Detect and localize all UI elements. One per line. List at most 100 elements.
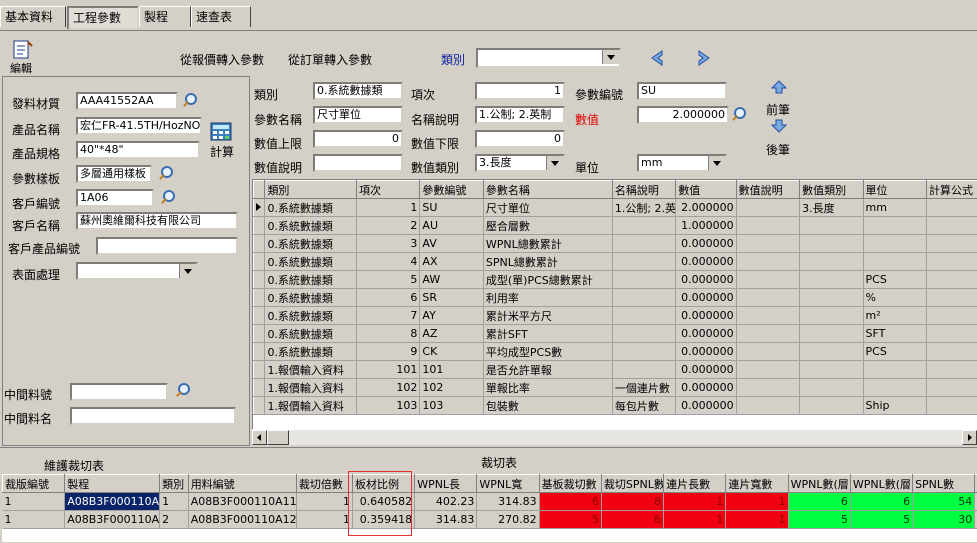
table-cell[interactable]: 0.系統數據類 bbox=[265, 253, 357, 271]
table-cell[interactable]: 0.000000 bbox=[676, 289, 736, 307]
table-row[interactable]: 0.系統數據類9CK平均成型PCS數0.000000PCS bbox=[254, 343, 977, 361]
param-code-input[interactable]: SU bbox=[637, 82, 727, 100]
param-grid-header[interactable]: 名稱說明 bbox=[612, 181, 675, 199]
table-cell[interactable]: mm bbox=[863, 199, 926, 217]
param-grid-header[interactable]: 單位 bbox=[863, 181, 926, 199]
table-cell[interactable] bbox=[800, 325, 863, 343]
customer-code-input[interactable]: 1A06 bbox=[76, 189, 154, 207]
table-cell[interactable] bbox=[927, 325, 977, 343]
product-name-input[interactable]: 宏仁FR-41.5TH/HozNOR bbox=[76, 117, 202, 135]
table-cell[interactable] bbox=[800, 307, 863, 325]
table-cell[interactable] bbox=[927, 397, 977, 415]
table-cell[interactable]: 每包片數 bbox=[612, 397, 675, 415]
row-selector[interactable] bbox=[254, 379, 265, 397]
table-cell[interactable] bbox=[800, 343, 863, 361]
table-cell[interactable]: AX bbox=[420, 253, 483, 271]
table-cell[interactable] bbox=[736, 361, 799, 379]
cut-grid-header[interactable]: 板材比例 bbox=[352, 475, 414, 493]
table-cell[interactable]: 102 bbox=[356, 379, 419, 397]
table-cell[interactable] bbox=[800, 379, 863, 397]
table-cell[interactable]: 6 bbox=[539, 493, 601, 511]
table-cell[interactable]: A08B3F000110A11 bbox=[188, 493, 296, 511]
table-cell[interactable] bbox=[736, 199, 799, 217]
table-cell[interactable]: 1 bbox=[296, 511, 352, 529]
table-cell[interactable]: 1.報價輸入資料 bbox=[265, 397, 357, 415]
table-cell[interactable]: 1 bbox=[3, 511, 65, 529]
table-cell[interactable]: 3 bbox=[356, 235, 419, 253]
cut-grid-header[interactable]: 基板裁切數 bbox=[539, 475, 601, 493]
table-cell[interactable]: 壓合層數 bbox=[483, 217, 612, 235]
table-row[interactable]: 0.系統數據類7AY累計米平方尺0.000000m² bbox=[254, 307, 977, 325]
chevron-down-icon[interactable] bbox=[546, 156, 563, 170]
table-cell[interactable]: 2.000000 bbox=[676, 199, 736, 217]
material-input[interactable]: AAA41552AA bbox=[76, 92, 178, 110]
table-cell[interactable]: 103 bbox=[420, 397, 483, 415]
table-cell[interactable]: 1 bbox=[356, 199, 419, 217]
table-cell[interactable]: 6 bbox=[601, 511, 663, 529]
table-cell[interactable] bbox=[800, 217, 863, 235]
cut-grid-header[interactable]: 連片長數 bbox=[664, 475, 726, 493]
chevron-down-icon[interactable] bbox=[179, 264, 196, 278]
edit-button[interactable]: 編輯 bbox=[10, 40, 38, 74]
table-cell[interactable] bbox=[863, 379, 926, 397]
table-cell[interactable]: % bbox=[863, 289, 926, 307]
table-cell[interactable]: 101 bbox=[420, 361, 483, 379]
table-cell[interactable]: 0.系統數據類 bbox=[265, 325, 357, 343]
table-cell[interactable]: SU bbox=[420, 199, 483, 217]
table-cell[interactable]: PCS bbox=[863, 271, 926, 289]
category-filter-combo[interactable] bbox=[476, 48, 621, 68]
table-cell[interactable] bbox=[927, 217, 977, 235]
table-cell[interactable] bbox=[612, 361, 675, 379]
table-cell[interactable]: 2 bbox=[356, 217, 419, 235]
table-cell[interactable]: SPNL總數累計 bbox=[483, 253, 612, 271]
from-quote-button[interactable]: 從報價轉入參數 bbox=[180, 51, 264, 68]
tab-basic-data[interactable]: 基本資料 bbox=[0, 6, 66, 27]
table-cell[interactable] bbox=[800, 361, 863, 379]
surface-combo[interactable] bbox=[76, 262, 198, 280]
table-cell[interactable]: 103 bbox=[356, 397, 419, 415]
customer-product-input[interactable] bbox=[96, 237, 238, 255]
table-cell[interactable]: 402.23 bbox=[415, 493, 477, 511]
table-cell[interactable]: 1.公制; 2.英 bbox=[612, 199, 675, 217]
table-cell[interactable]: 102 bbox=[420, 379, 483, 397]
table-cell[interactable]: 0.000000 bbox=[676, 379, 736, 397]
table-cell[interactable]: 0.000000 bbox=[676, 325, 736, 343]
param-grid-header[interactable]: 數值說明 bbox=[736, 181, 799, 199]
table-row[interactable]: 1.報價輸入資料102102單報比率一個連片數0.000000 bbox=[254, 379, 977, 397]
table-cell[interactable]: 尺寸單位 bbox=[483, 199, 612, 217]
table-cell[interactable]: 1 bbox=[726, 511, 788, 529]
table-cell[interactable] bbox=[800, 235, 863, 253]
table-cell[interactable] bbox=[800, 289, 863, 307]
table-cell[interactable]: 0.系統數據類 bbox=[265, 271, 357, 289]
table-cell[interactable]: 成型(單)PCS總數累計 bbox=[483, 271, 612, 289]
next-record-icon[interactable] bbox=[771, 119, 787, 133]
param-grid-header[interactable]: 項次 bbox=[356, 181, 419, 199]
unit-combo[interactable]: mm bbox=[637, 154, 727, 172]
table-cell[interactable]: 0.000000 bbox=[676, 361, 736, 379]
row-selector[interactable] bbox=[254, 199, 265, 217]
table-cell[interactable] bbox=[612, 271, 675, 289]
cut-grid-header[interactable]: WPNL長 bbox=[415, 475, 477, 493]
chevron-down-icon[interactable] bbox=[602, 50, 619, 64]
table-cell[interactable]: 314.83 bbox=[477, 493, 539, 511]
row-selector[interactable] bbox=[254, 235, 265, 253]
table-cell[interactable] bbox=[800, 397, 863, 415]
table-cell[interactable]: SFT bbox=[863, 325, 926, 343]
table-cell[interactable]: 8 bbox=[601, 493, 663, 511]
search-icon[interactable] bbox=[182, 93, 196, 107]
table-cell[interactable]: 1.000000 bbox=[676, 217, 736, 235]
table-cell[interactable] bbox=[863, 235, 926, 253]
table-cell[interactable]: A08B3F000110A1 bbox=[65, 493, 160, 511]
table-row[interactable]: 0.系統數據類5AW成型(單)PCS總數累計0.000000PCS bbox=[254, 271, 977, 289]
table-cell[interactable]: 0.000000 bbox=[676, 253, 736, 271]
table-row[interactable]: 0.系統數據類6SR利用率0.000000% bbox=[254, 289, 977, 307]
cut-grid-header[interactable]: 裁版編號 bbox=[3, 475, 65, 493]
table-cell[interactable]: 101 bbox=[356, 361, 419, 379]
table-cell[interactable]: 0.359418 bbox=[352, 511, 414, 529]
table-cell[interactable] bbox=[927, 235, 977, 253]
table-cell[interactable] bbox=[800, 253, 863, 271]
param-grid-header[interactable]: 計算公式 bbox=[927, 181, 977, 199]
table-cell[interactable] bbox=[927, 199, 977, 217]
table-cell[interactable] bbox=[612, 235, 675, 253]
table-cell[interactable] bbox=[736, 235, 799, 253]
